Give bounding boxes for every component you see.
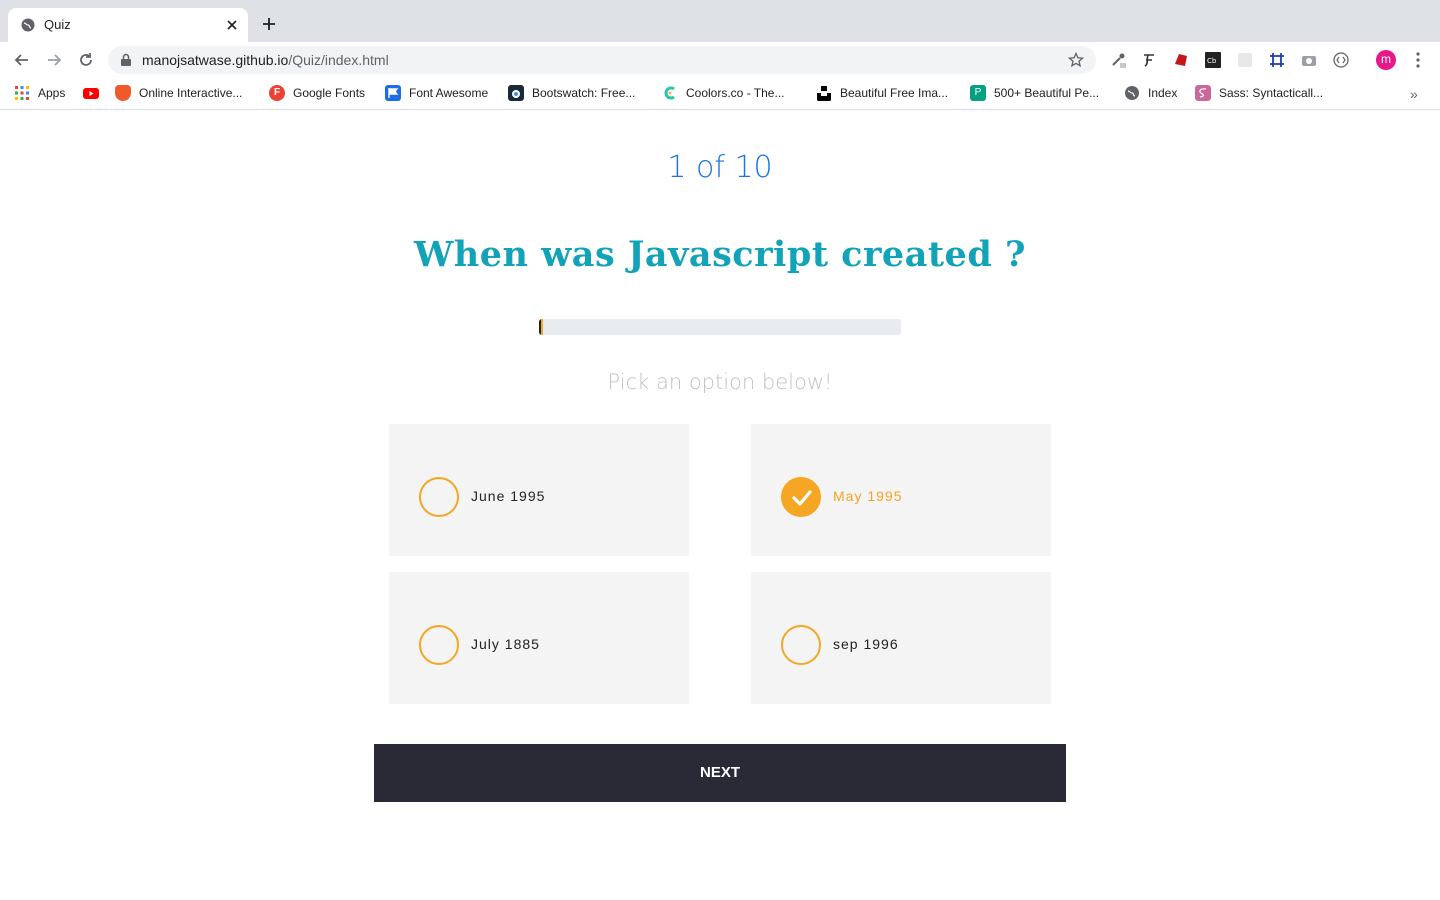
close-icon[interactable]	[224, 17, 240, 33]
bookmark-label: Beautiful Free Ima...	[840, 86, 949, 100]
crop-extension-icon[interactable]	[1269, 52, 1285, 68]
tab-title: Quiz	[44, 17, 71, 32]
bookmark-label: Coolors.co - The...	[686, 86, 785, 100]
bookmark-youtube[interactable]	[83, 83, 107, 103]
bookmark-font-awesome[interactable]: Font Awesome	[385, 83, 488, 103]
bookmark-codepen[interactable]: Online Interactive...	[115, 83, 242, 103]
option-label: May 1995	[833, 488, 903, 504]
url-text: manojsatwase.github.io/Quiz/index.html	[142, 52, 389, 68]
more-menu-icon[interactable]	[1416, 52, 1420, 68]
bookmark-label: Font Awesome	[409, 86, 489, 100]
bookmark-label: 500+ Beautiful Pe...	[994, 86, 1100, 100]
radio-checked-icon[interactable]	[781, 477, 821, 517]
bookmark-index[interactable]: Index	[1124, 83, 1177, 103]
pexels-icon: P	[970, 85, 986, 101]
camera-extension-icon[interactable]	[1301, 52, 1317, 68]
ruby-extension-icon[interactable]	[1173, 52, 1189, 68]
url-path: /Quiz/index.html	[288, 52, 389, 68]
bootswatch-icon	[508, 85, 524, 101]
address-bar[interactable]: manojsatwase.github.io/Quiz/index.html	[108, 46, 1096, 74]
bookmark-google-fonts[interactable]: F Google Fonts	[269, 83, 365, 103]
apps-grid-icon	[15, 86, 29, 100]
bookmark-label: Google Fonts	[293, 86, 366, 100]
progress-bar-fill	[539, 319, 543, 335]
youtube-icon	[83, 88, 99, 99]
bookmark-pexels[interactable]: P 500+ Beautiful Pe...	[970, 83, 1099, 103]
google-fonts-icon: F	[269, 85, 285, 101]
bookmark-unsplash[interactable]: Beautiful Free Ima...	[816, 83, 948, 103]
bookmark-star-icon[interactable]	[1068, 52, 1084, 68]
profile-avatar[interactable]: m	[1376, 50, 1396, 70]
svg-text:Cb: Cb	[1207, 57, 1217, 65]
font-extension-icon[interactable]	[1141, 52, 1157, 68]
code-extension-icon[interactable]	[1333, 52, 1349, 68]
checkmark-icon	[792, 490, 812, 506]
new-tab-plus-icon[interactable]	[261, 16, 277, 32]
unsplash-icon	[817, 86, 831, 101]
globe-icon	[1125, 86, 1139, 100]
question-counter: 1 of 10	[667, 150, 773, 185]
bookmark-label: Apps	[38, 86, 66, 100]
codepen-icon	[115, 85, 131, 101]
option-card-0[interactable]: June 1995	[389, 424, 689, 556]
option-card-3[interactable]: sep 1996	[751, 572, 1051, 704]
reload-icon[interactable]	[76, 50, 96, 70]
eyedropper-extension-icon[interactable]	[1110, 52, 1126, 68]
option-label: July 1885	[471, 636, 540, 652]
forward-arrow-icon[interactable]	[44, 50, 64, 70]
bookmark-label: Bootswatch: Free...	[532, 86, 636, 100]
url-host: manojsatwase.github.io	[142, 52, 289, 68]
progress-bar	[539, 319, 901, 335]
coolors-icon	[664, 86, 675, 100]
grid-extension-icon[interactable]	[1237, 52, 1253, 68]
option-label: sep 1996	[833, 636, 899, 652]
radio-circle-icon[interactable]	[419, 625, 459, 665]
lock-icon	[121, 53, 131, 66]
tab-strip: Quiz	[0, 0, 1440, 42]
next-button[interactable]: NEXT	[374, 744, 1066, 802]
bookmark-coolors[interactable]: Coolors.co - The...	[662, 83, 784, 103]
instruction-text: Pick an option below!	[607, 370, 833, 394]
bookmark-apps[interactable]: Apps	[14, 83, 65, 103]
bookmarks-bar: Apps Online Interactive... F Google Font…	[0, 78, 1440, 110]
radio-circle-icon[interactable]	[781, 625, 821, 665]
sass-icon	[1195, 85, 1211, 101]
option-label: June 1995	[471, 488, 546, 504]
option-card-2[interactable]: July 1885	[389, 572, 689, 704]
font-awesome-flag-icon	[385, 85, 401, 101]
option-card-1[interactable]: May 1995	[751, 424, 1051, 556]
bookmark-label: Sass: Syntacticall...	[1219, 86, 1324, 100]
question-title: When was Javascript created ?	[414, 234, 1026, 275]
cb-extension-icon[interactable]: Cb	[1205, 52, 1221, 68]
browser-toolbar: manojsatwase.github.io/Quiz/index.html C…	[0, 42, 1440, 78]
globe-icon	[21, 18, 35, 32]
bookmark-bootswatch[interactable]: Bootswatch: Free...	[508, 83, 635, 103]
bookmark-sass[interactable]: Sass: Syntacticall...	[1195, 83, 1323, 103]
radio-circle-icon[interactable]	[419, 477, 459, 517]
bookmarks-overflow-chevron-icon[interactable]: »	[1410, 86, 1418, 102]
back-arrow-icon[interactable]	[12, 50, 32, 70]
browser-tab[interactable]: Quiz	[8, 8, 248, 42]
bookmark-label: Online Interactive...	[139, 86, 243, 100]
bookmark-label: Index	[1148, 86, 1178, 100]
